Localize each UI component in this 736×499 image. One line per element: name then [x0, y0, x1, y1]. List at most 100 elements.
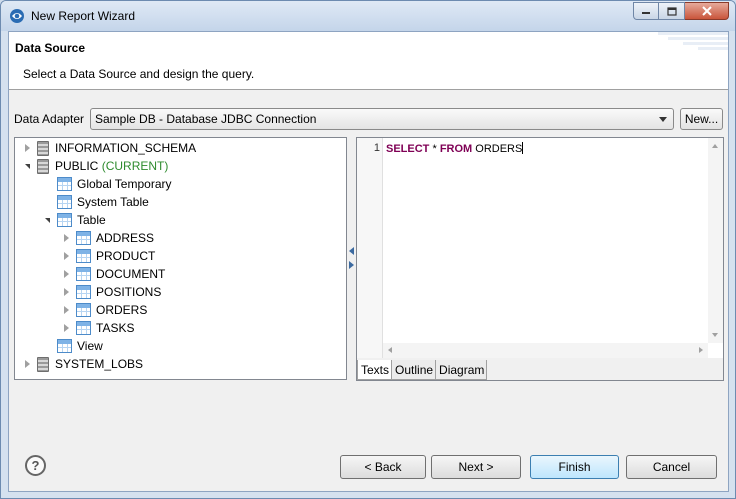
sql-keyword: SELECT: [386, 143, 430, 155]
window-controls: [633, 2, 729, 20]
data-adapter-value: Sample DB - Database JDBC Connection: [95, 112, 317, 126]
expand-arrow-icon[interactable]: [60, 322, 72, 334]
horizontal-scrollbar[interactable]: [383, 343, 708, 358]
page-description: Select a Data Source and design the quer…: [23, 67, 255, 81]
header-decoration: [658, 32, 728, 50]
database-icon: [37, 140, 49, 156]
expand-arrow-icon[interactable]: [60, 286, 72, 298]
data-adapter-select[interactable]: Sample DB - Database JDBC Connection: [90, 108, 674, 130]
tree-item[interactable]: System Table: [57, 193, 149, 211]
wizard-client-area: Data Source Select a Data Source and des…: [8, 31, 729, 492]
table-icon: [76, 267, 91, 281]
tree-item-label: PRODUCT: [96, 249, 156, 263]
tab-outline[interactable]: Outline: [392, 360, 437, 380]
vertical-scrollbar[interactable]: [708, 138, 723, 343]
tab-texts[interactable]: Texts: [357, 360, 393, 380]
expand-arrow-icon[interactable]: [60, 268, 72, 280]
tree-item-label: View: [77, 339, 103, 353]
tree-item[interactable]: PUBLIC (CURRENT): [21, 157, 168, 175]
scroll-up-icon[interactable]: [712, 144, 718, 148]
tree-item[interactable]: SYSTEM_LOBS: [21, 355, 143, 373]
tree-item-label: SYSTEM_LOBS: [55, 357, 144, 371]
tree-item[interactable]: Global Temporary: [57, 175, 172, 193]
line-number-gutter: 1: [357, 138, 383, 358]
close-icon: [701, 6, 712, 16]
tree-item-label: Table: [77, 213, 106, 227]
minimize-button[interactable]: [633, 2, 659, 20]
tree-item-label: INFORMATION_SCHEMA: [55, 141, 197, 155]
pane-splitter[interactable]: [348, 137, 355, 380]
table-icon: [57, 177, 72, 191]
table-icon: [76, 231, 91, 245]
tree-item[interactable]: TASKS: [60, 319, 134, 337]
tree-item[interactable]: POSITIONS: [60, 283, 161, 301]
database-icon: [37, 158, 49, 174]
chevron-down-icon: [659, 117, 667, 122]
tab-diagram[interactable]: Diagram: [436, 360, 488, 380]
wizard-window: New Report Wizard Data Source Select a D…: [0, 0, 736, 499]
table-icon: [57, 339, 72, 353]
maximize-icon: [666, 6, 677, 16]
query-text[interactable]: SELECT * FROM ORDERS: [386, 142, 524, 155]
tree-item[interactable]: INFORMATION_SCHEMA: [21, 139, 196, 157]
text-caret: [522, 142, 524, 154]
collapse-arrow-icon[interactable]: [21, 160, 33, 172]
table-icon: [76, 321, 91, 335]
query-editor-panel: 1 SELECT * FROM ORDERS Texts Outline Dia…: [356, 137, 724, 381]
tree-item-label: ADDRESS: [96, 231, 155, 245]
window-title: New Report Wizard: [31, 9, 136, 23]
tree-item[interactable]: ORDERS: [60, 301, 147, 319]
tree-item[interactable]: DOCUMENT: [60, 265, 165, 283]
expand-arrow-icon[interactable]: [60, 250, 72, 262]
editor-tabs: Texts Outline Diagram: [357, 360, 488, 380]
expand-arrow-icon[interactable]: [60, 232, 72, 244]
tree-item-label: Global Temporary: [77, 177, 172, 191]
expand-right-icon[interactable]: [349, 261, 354, 269]
new-adapter-button[interactable]: New...: [680, 108, 723, 130]
tree-item[interactable]: PRODUCT: [60, 247, 155, 265]
title-bar[interactable]: New Report Wizard: [1, 1, 735, 31]
collapse-left-icon[interactable]: [349, 247, 354, 255]
finish-button[interactable]: Finish: [530, 455, 619, 479]
table-icon: [76, 249, 91, 263]
help-button[interactable]: ?: [25, 455, 46, 476]
current-schema-badge: (CURRENT): [101, 159, 169, 173]
page-title: Data Source: [15, 41, 86, 55]
line-number: 1: [373, 142, 380, 154]
eclipse-app-icon: [10, 9, 24, 23]
expand-arrow-icon[interactable]: [21, 358, 33, 370]
next-button[interactable]: Next >: [431, 455, 521, 479]
expand-arrow-icon[interactable]: [60, 304, 72, 316]
tree-item-label: ORDERS: [96, 303, 148, 317]
tree-item-label: POSITIONS: [96, 285, 162, 299]
table-icon: [76, 303, 91, 317]
database-icon: [37, 356, 49, 372]
data-adapter-label: Data Adapter: [14, 112, 85, 126]
query-editor[interactable]: 1 SELECT * FROM ORDERS: [357, 138, 723, 358]
tree-item[interactable]: ADDRESS: [60, 229, 154, 247]
sql-keyword: FROM: [439, 143, 473, 155]
table-icon: [76, 285, 91, 299]
close-button[interactable]: [685, 2, 729, 20]
tree-item[interactable]: View: [57, 337, 103, 355]
maximize-button[interactable]: [659, 2, 685, 20]
scroll-down-icon[interactable]: [712, 333, 718, 337]
scroll-left-icon[interactable]: [388, 347, 392, 353]
tree-item-label: TASKS: [96, 321, 135, 335]
metadata-tree[interactable]: INFORMATION_SCHEMA PUBLIC (CURRENT) Glob…: [14, 137, 347, 380]
tree-item-label: System Table: [77, 195, 149, 209]
table-icon: [57, 213, 72, 227]
sql-table-name: ORDERS: [475, 143, 523, 155]
wizard-header: Data Source Select a Data Source and des…: [9, 32, 728, 90]
tree-item-label: DOCUMENT: [96, 267, 166, 281]
collapse-arrow-icon[interactable]: [41, 214, 53, 226]
back-button[interactable]: < Back: [340, 455, 426, 479]
table-icon: [57, 195, 72, 209]
tree-item[interactable]: Table: [41, 211, 106, 229]
scroll-right-icon[interactable]: [699, 347, 703, 353]
tree-item-label: PUBLIC: [55, 159, 99, 173]
expand-arrow-icon[interactable]: [21, 142, 33, 154]
minimize-icon: [642, 12, 650, 14]
sql-token: *: [432, 143, 437, 155]
cancel-button[interactable]: Cancel: [626, 455, 717, 479]
